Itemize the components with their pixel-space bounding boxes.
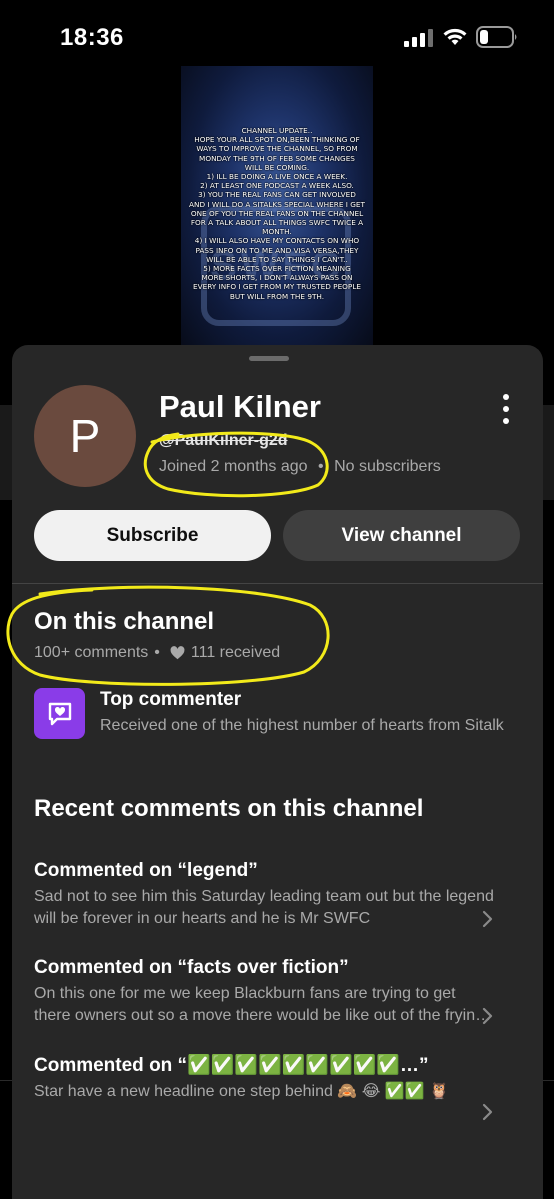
channel-bottom-sheet: P Paul Kilner @PaulKilner-g2d Joined 2 m… xyxy=(12,345,543,1199)
post-line: ONE OF YOU THE REAL FANS ON THE CHANNEL xyxy=(190,208,364,218)
background-divider xyxy=(542,1080,554,1081)
view-channel-button[interactable]: View channel xyxy=(283,510,520,561)
meta-separator: • xyxy=(318,458,324,475)
post-line: EVERY INFO I GET FROM MY TRUSTED PEOPLE xyxy=(192,282,361,292)
comment-snippet: On this one for me we keep Blackburn fan… xyxy=(34,985,485,1024)
dot xyxy=(503,406,509,412)
badge-description: Received one of the highest number of he… xyxy=(100,717,504,734)
channel-name: Paul Kilner xyxy=(159,389,321,424)
stats-separator: • xyxy=(154,644,160,661)
post-text: CHANNEL UPDATE.. HOPE YOUR ALL SPOT ON,B… xyxy=(185,126,369,301)
post-line: PASS INFO ON TO ME AND VISA VERSA,THEY xyxy=(195,245,359,255)
dot xyxy=(503,394,509,400)
comment-snippet: Sad not to see him this Saturday leading… xyxy=(34,888,494,927)
comment-heart-icon xyxy=(48,702,71,725)
chevron-right-icon[interactable] xyxy=(481,1007,493,1025)
chevron-right-icon[interactable] xyxy=(481,910,493,928)
background-post-image: SWFC CHANNEL UPDATE.. HOPE YOUR ALL SPOT… xyxy=(181,66,373,348)
divider xyxy=(12,583,543,584)
comment-heading: Commented on “✅✅✅✅✅✅✅✅✅…” xyxy=(34,1055,429,1076)
post-line: AND I WILL DO A SITALKS SPECIAL WHERE I … xyxy=(189,199,365,209)
on-channel-title: On this channel xyxy=(34,608,215,635)
recent-comment-item[interactable]: Commented on “facts over fiction” On thi… xyxy=(34,957,524,1027)
more-options-icon[interactable] xyxy=(492,391,520,427)
avatar-letter: P xyxy=(69,410,101,462)
channel-handle: @PaulKilner-g2d xyxy=(159,432,288,449)
subscribe-button[interactable]: Subscribe xyxy=(34,510,271,561)
status-bar: 18:36 xyxy=(0,0,554,70)
post-line: WILL BE ABLE TO SAY THINGS I CAN'T.. xyxy=(206,254,348,264)
channel-meta: Joined 2 months ago • No subscribers xyxy=(159,458,441,476)
recent-comment-item[interactable]: Commented on “legend” Sad not to see him… xyxy=(34,860,524,930)
status-time: 18:36 xyxy=(60,24,124,51)
comment-heading: Commented on “legend” xyxy=(34,860,258,881)
post-line: CHANNEL UPDATE.. xyxy=(241,126,313,135)
post-line: 5) MORE FACTS OVER FICTION MEANING xyxy=(203,264,351,274)
drag-handle[interactable] xyxy=(249,356,289,361)
comment-heading: Commented on “facts over fiction” xyxy=(34,957,349,978)
post-line: BUT WILL FROM THE 9TH. xyxy=(229,291,325,301)
hearts-received: 111 received xyxy=(190,644,281,661)
recent-comments-title: Recent comments on this channel xyxy=(34,795,424,822)
background-band xyxy=(542,405,554,500)
battery-icon xyxy=(476,26,517,48)
heart-icon xyxy=(170,646,185,660)
background-band xyxy=(0,405,12,500)
post-line: 4) I WILL ALSO HAVE MY CONTACTS ON WHO xyxy=(194,236,360,246)
comment-snippet: Star have a new headline one step behind… xyxy=(34,1083,450,1100)
recent-comment-item[interactable]: Commented on “✅✅✅✅✅✅✅✅✅…” Star have a ne… xyxy=(34,1053,524,1103)
post-line: MONDAY THE 9TH OF FEB SOME CHANGES xyxy=(199,153,355,163)
background-divider xyxy=(0,1080,12,1081)
comment-count: 100+ comments xyxy=(34,644,149,661)
wifi-icon xyxy=(443,28,467,45)
on-channel-stats: 100+ comments • 111 received xyxy=(34,644,280,662)
chevron-right-icon[interactable] xyxy=(481,1103,493,1121)
post-line: 1) ILL BE DOING A LIVE ONCE A WEEK. xyxy=(206,172,348,182)
post-line: WILL BE COMING. xyxy=(244,162,310,172)
top-commenter-badge-icon xyxy=(34,688,85,739)
badge-title: Top commenter xyxy=(100,689,242,710)
post-line: FOR A TALK ABOUT ALL THINGS SWFC TWICE A xyxy=(190,218,364,228)
post-line: 3) YOU THE REAL FANS CAN GET INVOLVED xyxy=(198,190,356,200)
joined-date: Joined 2 months ago xyxy=(159,458,308,475)
avatar[interactable]: P xyxy=(34,385,136,487)
cellular-signal-icon xyxy=(404,29,433,47)
post-line: WAYS TO IMPROVE THE CHANNEL, SO FROM xyxy=(196,144,358,154)
subscriber-count: No subscribers xyxy=(334,458,441,475)
dot xyxy=(503,418,509,424)
